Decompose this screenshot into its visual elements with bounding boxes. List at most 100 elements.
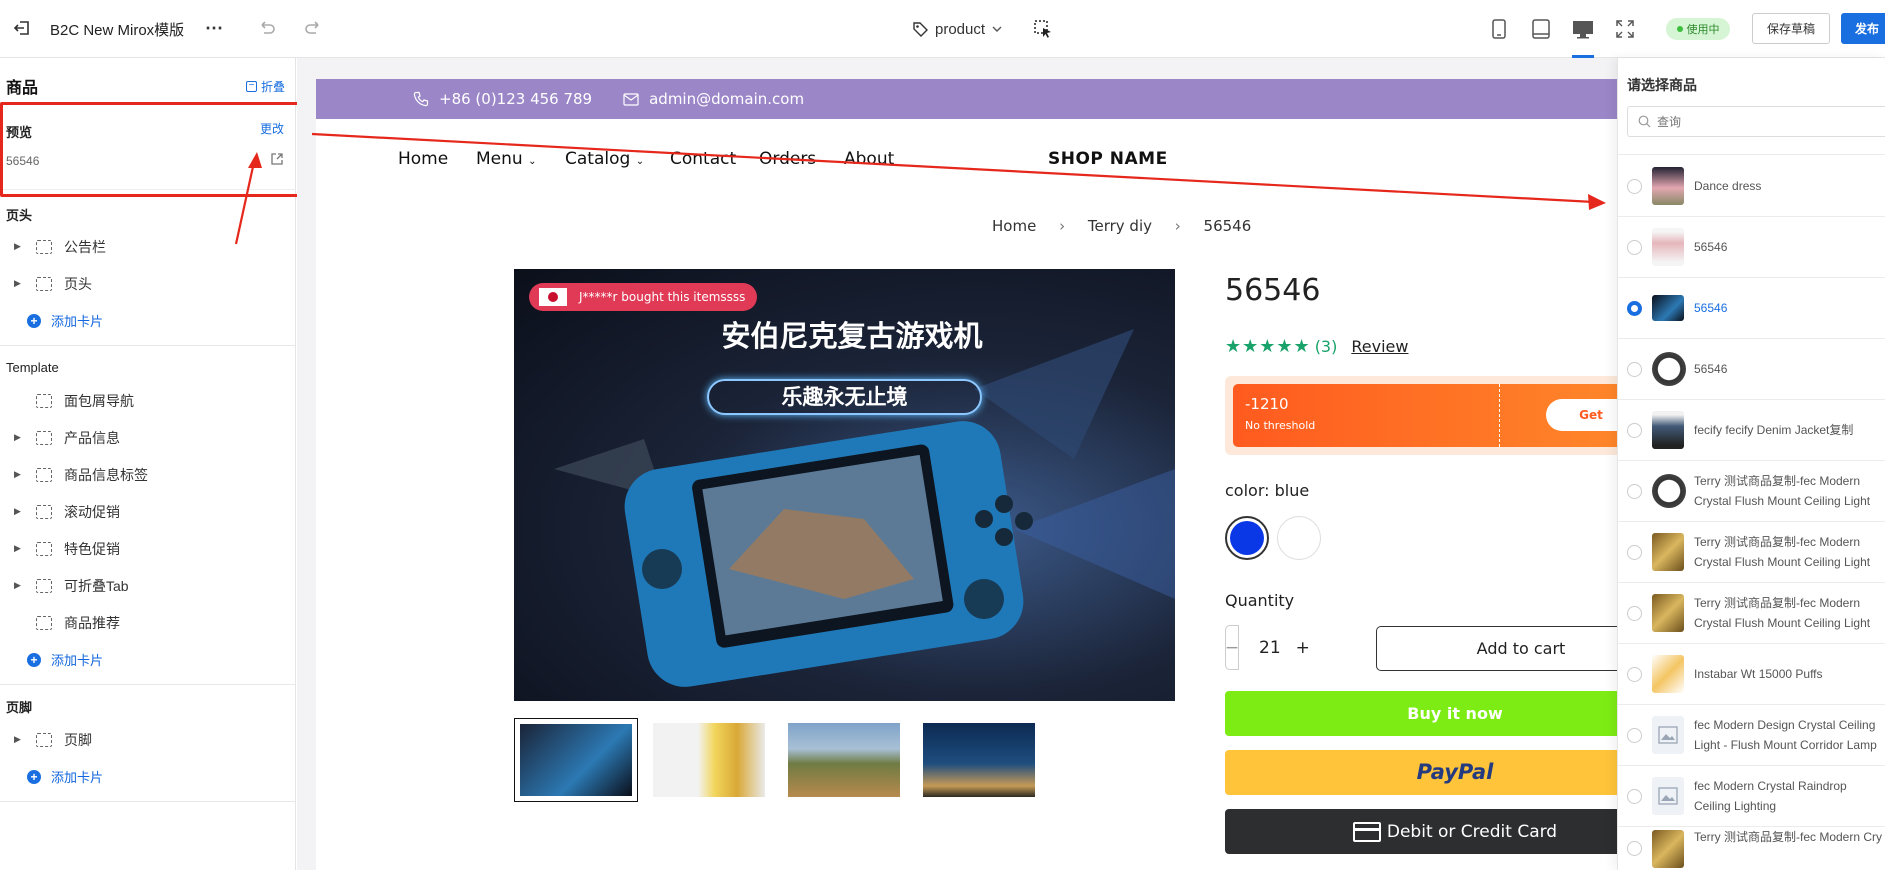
quantity-increase-button[interactable]: +	[1296, 638, 1310, 658]
thumbnail-2[interactable]	[653, 723, 765, 797]
breadcrumb-current: 56546	[1203, 217, 1252, 235]
nav-menu[interactable]: Menu ⌄	[476, 149, 536, 169]
radio-button[interactable]	[1627, 422, 1642, 438]
radio-button-selected[interactable]	[1627, 300, 1642, 316]
radio-button[interactable]	[1627, 178, 1642, 194]
tree-item-header[interactable]: ▶ 页头	[0, 265, 296, 302]
caret-right-icon[interactable]: ▶	[14, 734, 24, 745]
caret-right-icon[interactable]: ▶	[14, 278, 24, 289]
undo-icon[interactable]	[256, 16, 278, 38]
desktop-view-icon[interactable]	[1570, 17, 1596, 41]
caret-right-icon[interactable]: ▶	[14, 543, 24, 554]
nav-catalog[interactable]: Catalog ⌄	[565, 149, 644, 169]
nav-orders[interactable]: Orders	[759, 149, 816, 169]
nav-contact[interactable]: Contact	[670, 149, 736, 169]
product-row[interactable]: fec Modern Design Crystal Ceiling Light …	[1618, 705, 1885, 766]
image-caption-subtitle: 乐趣永无止境	[707, 379, 982, 415]
review-link[interactable]: Review	[1351, 337, 1408, 356]
section-bracket-icon	[36, 615, 52, 630]
tree-item-announcement[interactable]: ▶ 公告栏	[0, 228, 296, 265]
tree-item-label: 滚动促销	[64, 503, 120, 520]
color-swatch-blue[interactable]	[1225, 516, 1269, 560]
product-name: fec Modern Crystal Raindrop Ceiling Ligh…	[1694, 779, 1847, 813]
caret-right-icon[interactable]: ▶	[14, 506, 24, 517]
debit-card-button[interactable]: Debit or Credit Card	[1225, 809, 1617, 854]
caret-right-icon[interactable]: ▶	[14, 469, 24, 480]
page-selector[interactable]: product	[912, 16, 1003, 42]
paypal-logo: PayPal	[1416, 760, 1494, 784]
product-row[interactable]: Terry 测试商品复制-fec Modern Cry	[1618, 827, 1885, 870]
radio-button[interactable]	[1627, 605, 1642, 621]
quantity-value[interactable]: 21	[1259, 638, 1281, 658]
section-bracket-icon	[36, 430, 52, 445]
tree-item-label: 页头	[64, 275, 92, 292]
radio-button[interactable]	[1627, 361, 1642, 377]
product-row[interactable]: Terry 测试商品复制-fec Modern Crystal Flush Mo…	[1618, 583, 1885, 644]
breadcrumb-home[interactable]: Home	[992, 217, 1036, 235]
nav-about[interactable]: About	[844, 149, 894, 169]
add-card-button[interactable]: + 添加卡片	[0, 302, 296, 339]
color-swatch-white[interactable]	[1277, 516, 1321, 560]
add-card-button[interactable]: + 添加卡片	[0, 641, 296, 678]
section-bracket-icon	[36, 239, 52, 254]
radio-button[interactable]	[1627, 841, 1642, 856]
nav-home[interactable]: Home	[398, 149, 448, 169]
radio-button[interactable]	[1627, 483, 1642, 499]
quantity-decrease-button[interactable]: −	[1225, 625, 1239, 670]
product-main-image[interactable]: 安伯尼克复古游戏机 乐趣永无止境 J*****r bought this ite…	[514, 269, 1175, 701]
japan-flag-icon	[539, 288, 567, 306]
thumbnail-4[interactable]	[923, 723, 1035, 797]
shop-name[interactable]: SHOP NAME	[1048, 149, 1168, 169]
fullscreen-icon[interactable]	[1614, 17, 1636, 41]
tree-item-footer[interactable]: ▶ 页脚	[0, 721, 296, 758]
tree-item-collapsible-tab[interactable]: ▶ 可折叠Tab	[0, 567, 296, 604]
save-draft-button[interactable]: 保存草稿	[1752, 13, 1830, 44]
tree-item-product-tabs[interactable]: ▶ 商品信息标签	[0, 456, 296, 493]
caret-right-icon[interactable]: ▶	[14, 241, 24, 252]
product-row[interactable]: fecify fecify Denim Jacket复制	[1618, 400, 1885, 461]
product-row[interactable]: 56546	[1618, 217, 1885, 278]
thumbnail-1[interactable]	[514, 718, 638, 802]
tree-item-label: 商品推荐	[64, 614, 120, 631]
tree-item-featured-promo[interactable]: ▶ 特色促销	[0, 530, 296, 567]
mobile-view-icon[interactable]	[1488, 17, 1510, 41]
picker-search[interactable]	[1627, 106, 1885, 137]
product-row-selected[interactable]: 56546	[1618, 278, 1885, 339]
product-row[interactable]: fec Modern Crystal Raindrop Ceiling Ligh…	[1618, 766, 1885, 827]
radio-button[interactable]	[1627, 666, 1642, 682]
add-to-cart-button[interactable]: Add to cart	[1376, 626, 1617, 671]
publish-button[interactable]: 发布	[1841, 13, 1885, 44]
select-element-icon[interactable]	[1032, 18, 1054, 40]
radio-button[interactable]	[1627, 239, 1642, 255]
add-card-button[interactable]: + 添加卡片	[0, 758, 296, 795]
redo-icon[interactable]	[302, 16, 324, 38]
radio-button[interactable]	[1627, 727, 1642, 743]
caret-right-icon[interactable]: ▶	[14, 432, 24, 443]
radio-button[interactable]	[1627, 788, 1642, 804]
product-row[interactable]: Terry 测试商品复制-fec Modern Crystal Flush Mo…	[1618, 522, 1885, 583]
picker-search-input[interactable]	[1657, 114, 1857, 129]
tree-item-scroll-promo[interactable]: ▶ 滚动促销	[0, 493, 296, 530]
tree-item-product-info[interactable]: ▶ 产品信息	[0, 419, 296, 456]
coupon-get-button[interactable]: Get	[1546, 399, 1617, 431]
product-row[interactable]: Terry 测试商品复制-fec Modern Crystal Flush Mo…	[1618, 461, 1885, 522]
status-badge-label: 使用中	[1686, 24, 1720, 36]
caret-right-icon[interactable]: ▶	[14, 580, 24, 591]
product-name: Dance dress	[1694, 179, 1762, 193]
paypal-button[interactable]: PayPal	[1225, 750, 1617, 795]
thumbnail-3[interactable]	[788, 723, 900, 797]
radio-button[interactable]	[1627, 544, 1642, 560]
tree-item-breadcrumb[interactable]: 面包屑导航	[0, 382, 296, 419]
tree-item-recommendations[interactable]: 商品推荐	[0, 604, 296, 641]
exit-icon[interactable]	[12, 18, 32, 38]
breadcrumb-collection[interactable]: Terry diy	[1088, 217, 1152, 235]
divider	[0, 684, 296, 685]
chevron-down-icon: ⌄	[635, 156, 645, 167]
collapse-button[interactable]: − 折叠	[245, 78, 285, 95]
product-row[interactable]: Instabar Wt 15000 Puffs	[1618, 644, 1885, 705]
product-row[interactable]: 56546	[1618, 339, 1885, 400]
product-row[interactable]: Dance dress	[1618, 156, 1885, 217]
tablet-view-icon[interactable]	[1530, 17, 1552, 41]
buy-now-button[interactable]: Buy it now	[1225, 691, 1617, 736]
more-icon[interactable]: ⋯	[204, 18, 224, 38]
